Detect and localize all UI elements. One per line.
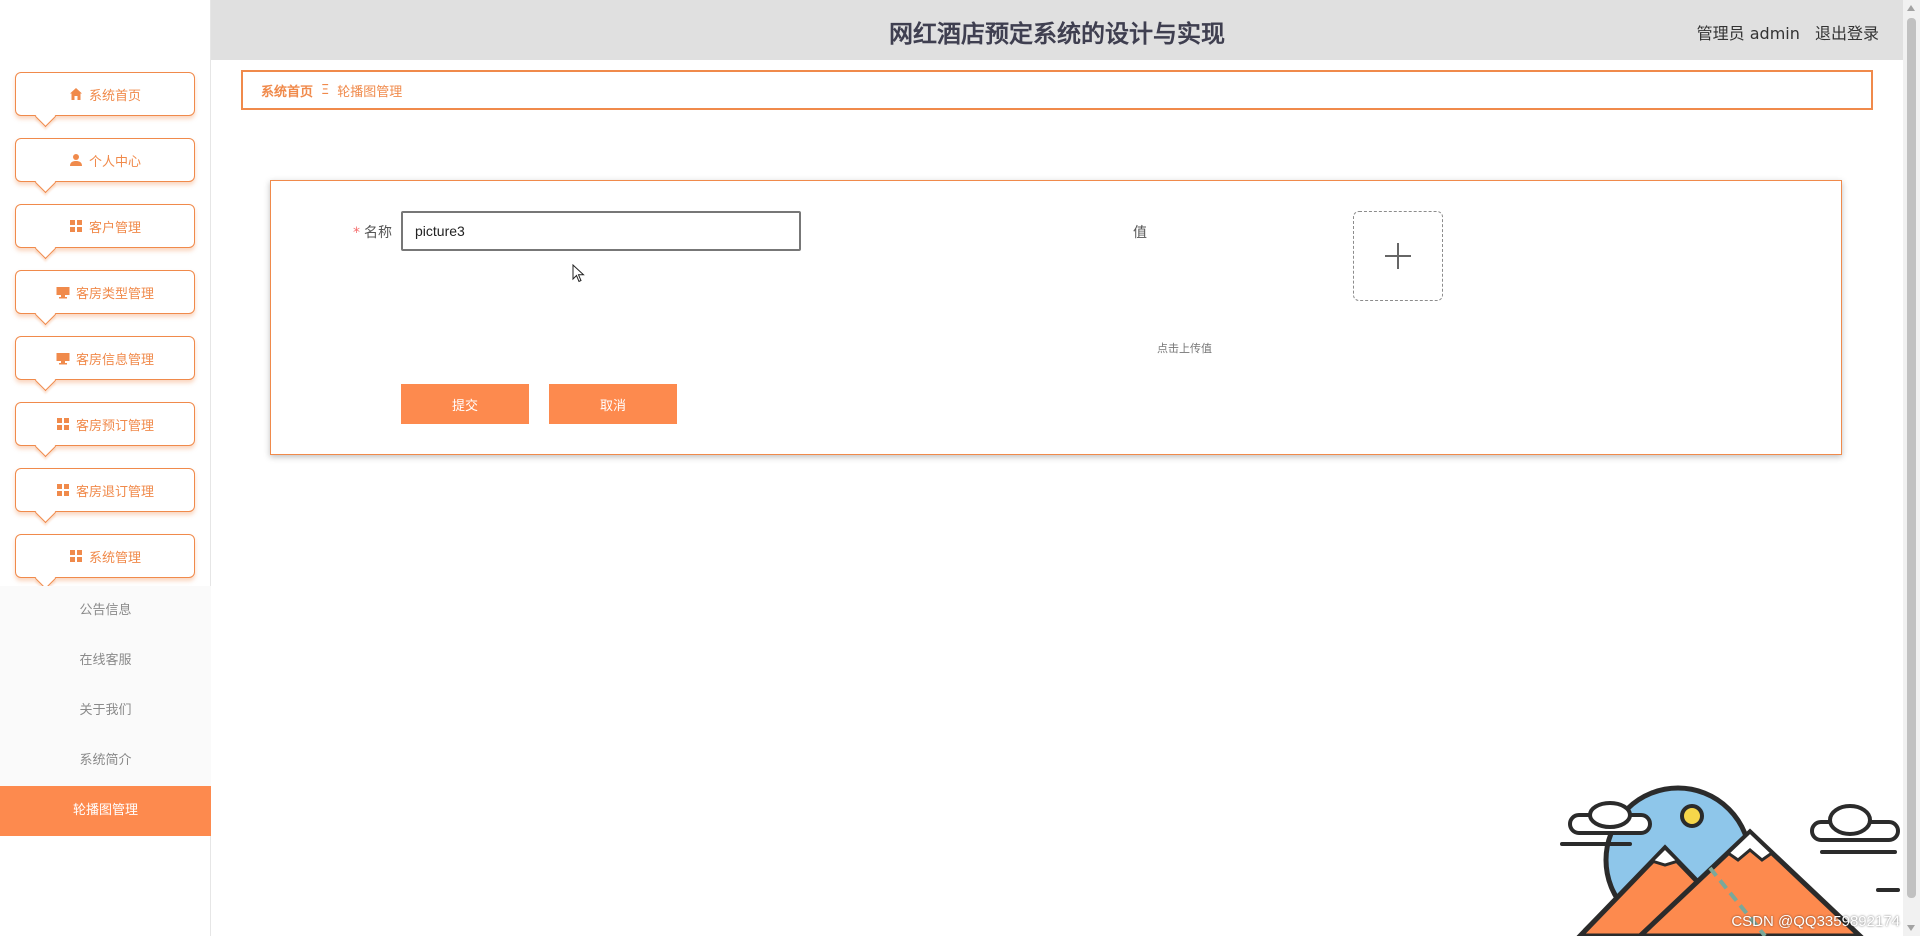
- menu-label: 系统首页: [88, 88, 141, 104]
- watermark: CSDN @QQ3359892174: [1731, 913, 1900, 930]
- mouse-pointer-icon: [572, 264, 585, 283]
- top-header: 网红酒店预定系统的设计与实现 管理员 admin 退出登录: [211, 0, 1903, 60]
- required-mark: *: [353, 225, 360, 241]
- user-label: 管理员 admin: [1696, 24, 1800, 43]
- menu-label: 客房信息管理: [75, 352, 154, 368]
- scroll-up-arrow-icon[interactable]: [1907, 5, 1915, 11]
- breadcrumb: 系统首页 Ξ 轮播图管理: [241, 70, 1873, 110]
- menu-label: 客房退订管理: [75, 484, 154, 500]
- menu-item-profile[interactable]: 个人中心: [15, 138, 195, 182]
- scroll-thumb[interactable]: [1907, 18, 1916, 898]
- name-label: * 名称: [353, 222, 392, 242]
- user-icon: [69, 153, 83, 167]
- logout-link[interactable]: 退出登录: [1815, 24, 1879, 43]
- name-input[interactable]: [401, 211, 801, 251]
- value-label: 值: [1133, 225, 1147, 241]
- menu-item-home[interactable]: 系统首页: [15, 72, 195, 116]
- menu-item-room-booking[interactable]: 客房预订管理: [15, 402, 195, 446]
- name-label-text: 名称: [364, 225, 392, 241]
- submit-button[interactable]: 提交: [401, 384, 529, 424]
- upload-hint: 点击上传值: [1157, 342, 1212, 355]
- submenu-item-carousel[interactable]: 轮播图管理: [0, 786, 211, 836]
- menu-item-room-cancel[interactable]: 客房退订管理: [15, 468, 195, 512]
- monitor-icon: [56, 351, 70, 365]
- cancel-button[interactable]: 取消: [549, 384, 677, 424]
- submenu-item-intro[interactable]: 系统简介: [0, 736, 211, 786]
- breadcrumb-current: 轮播图管理: [337, 84, 403, 100]
- menu-label: 系统管理: [88, 550, 141, 566]
- menu-label: 客房类型管理: [75, 286, 154, 302]
- user-area: 管理员 admin 退出登录: [1697, 20, 1879, 44]
- plus-icon: [1385, 243, 1411, 269]
- menu-label: 个人中心: [88, 154, 141, 170]
- grid-icon: [56, 483, 70, 497]
- scroll-down-arrow-icon[interactable]: [1907, 925, 1915, 931]
- menu-item-room-types[interactable]: 客房类型管理: [15, 270, 195, 314]
- submenu-item-online-service[interactable]: 在线客服: [0, 636, 211, 686]
- sidebar: 系统首页 个人中心 客户管理 客房类型管理 客房信息管理 客房预订管理 客房退订…: [0, 0, 211, 936]
- home-icon: [69, 87, 83, 101]
- menu-label: 客户管理: [88, 220, 141, 236]
- submenu-item-notice[interactable]: 公告信息: [0, 586, 211, 636]
- vertical-scrollbar[interactable]: [1903, 0, 1920, 936]
- carousel-form: *名称 值 点击上传值 提交 取消: [270, 180, 1842, 455]
- submenu-item-about[interactable]: 关于我们: [0, 686, 211, 736]
- monitor-icon: [56, 285, 70, 299]
- breadcrumb-separator-icon: Ξ: [321, 82, 330, 98]
- menu-label: 客房预订管理: [75, 418, 154, 434]
- grid-icon: [69, 549, 83, 563]
- image-upload-box[interactable]: [1353, 211, 1443, 301]
- page-title: 网红酒店预定系统的设计与实现: [889, 20, 1225, 48]
- menu-item-room-info[interactable]: 客房信息管理: [15, 336, 195, 380]
- breadcrumb-home[interactable]: 系统首页: [261, 81, 313, 100]
- menu-item-system[interactable]: 系统管理: [15, 534, 195, 578]
- mountain-illustration: [1560, 785, 1900, 936]
- grid-icon: [69, 219, 83, 233]
- grid-icon: [56, 417, 70, 431]
- system-submenu: 公告信息 在线客服 关于我们 系统简介 轮播图管理: [0, 586, 211, 836]
- menu-item-customers[interactable]: 客户管理: [15, 204, 195, 248]
